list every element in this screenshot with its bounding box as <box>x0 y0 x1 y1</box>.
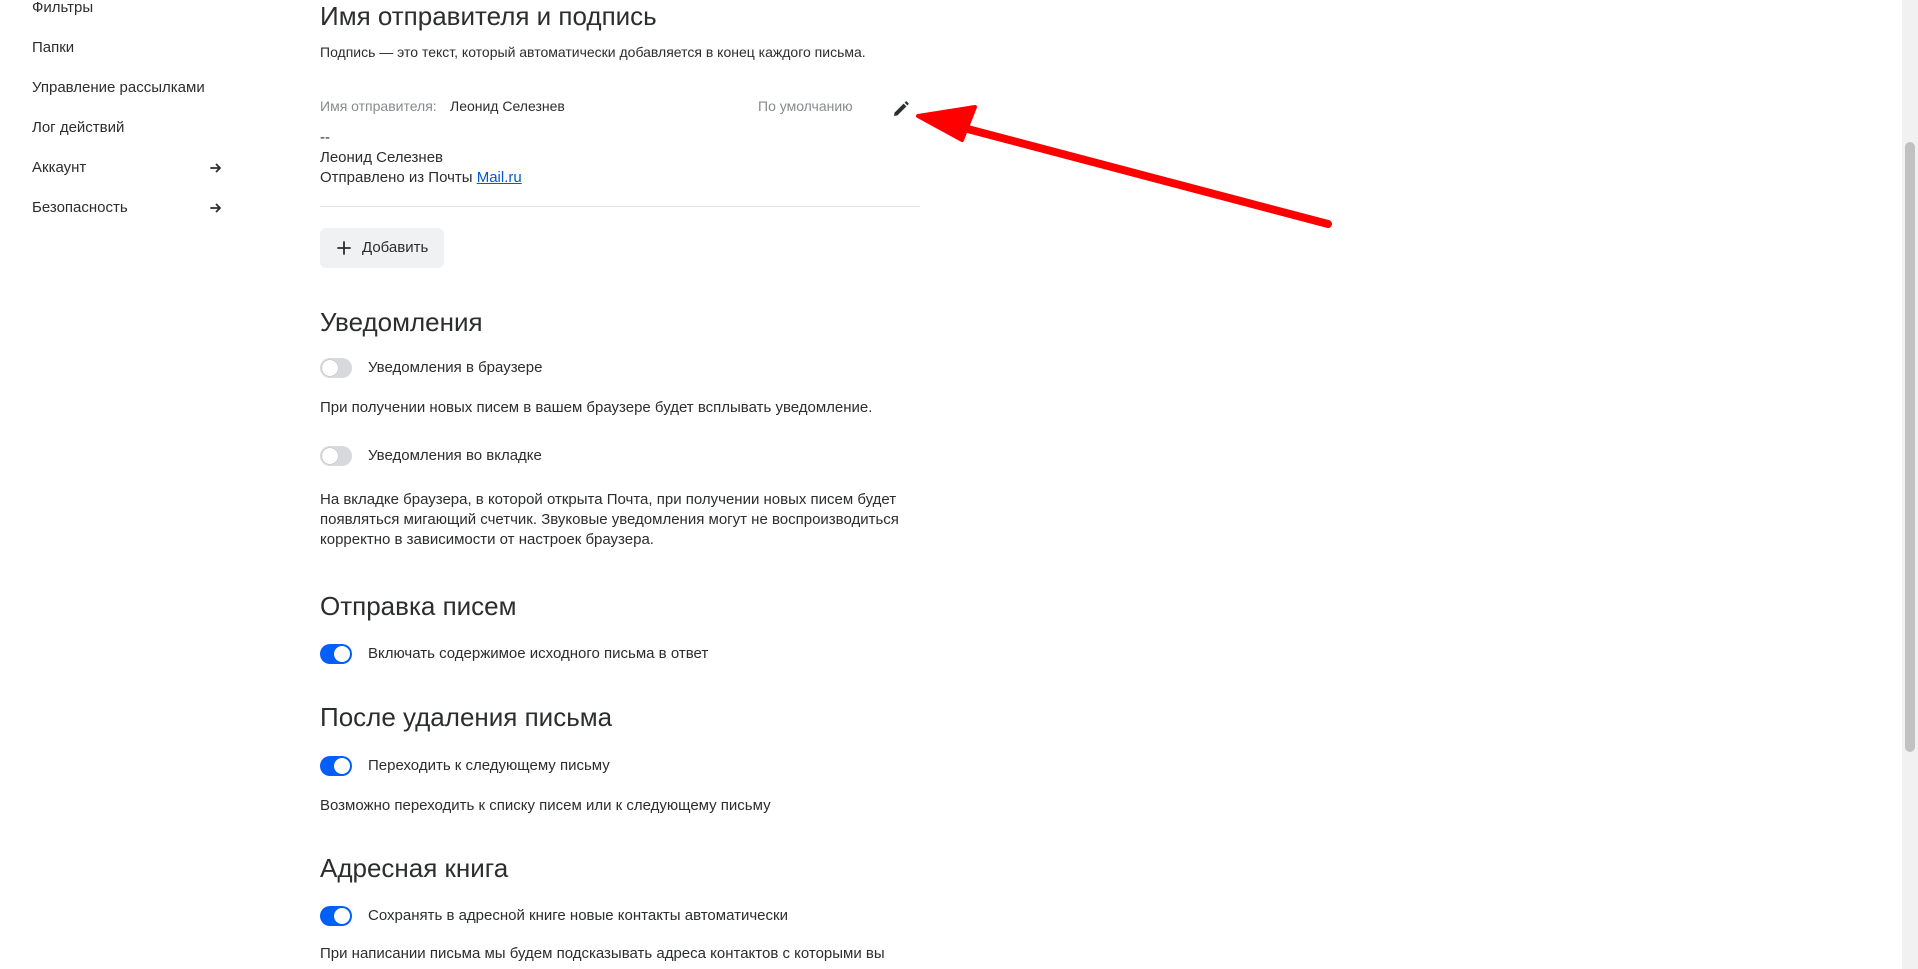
signature-name: Леонид Селезнев <box>320 149 444 166</box>
sidebar-item-folders[interactable]: Папки <box>32 34 232 62</box>
tab-notifications-description-line-3: корректно в зависимости от настроек брау… <box>320 531 654 548</box>
plus-icon <box>336 240 352 261</box>
sidebar-item-account[interactable]: Аккаунт <box>32 154 232 182</box>
sidebar-item-activity-log[interactable]: Лог действий <box>32 114 232 142</box>
sidebar-item-label: Управление рассылками <box>32 79 205 96</box>
sidebar-item-label: Аккаунт <box>32 159 87 176</box>
browser-notifications-label: Уведомления в браузере <box>368 359 543 376</box>
toggle-knob <box>334 758 350 774</box>
sidebar-item-mailing-lists[interactable]: Управление рассылками <box>32 74 232 102</box>
address-book-description: При написании письма мы будем подсказыва… <box>320 945 885 962</box>
sidebar-item-filters[interactable]: Фильтры <box>32 0 232 22</box>
settings-content: Имя отправителя и подпись Подпись — это … <box>320 0 940 969</box>
mailru-link[interactable]: Mail.ru <box>477 169 522 186</box>
add-signature-label: Добавить <box>362 239 429 256</box>
autosave-contacts-label: Сохранять в адресной книге новые контакт… <box>368 907 788 924</box>
after-delete-description: Возможно переходить к списку писем или к… <box>320 797 771 814</box>
sender-name-label: Имя отправителя: <box>320 98 437 114</box>
browser-notifications-toggle[interactable] <box>320 358 352 378</box>
sidebar-item-label: Фильтры <box>32 0 94 16</box>
add-signature-button[interactable]: Добавить <box>320 228 444 268</box>
sidebar-item-label: Безопасность <box>32 199 128 216</box>
arrow-right-icon <box>208 154 226 182</box>
tab-notifications-toggle[interactable] <box>320 446 352 466</box>
signature-sent-from: Отправлено из Почты Mail.ru <box>320 168 522 188</box>
tab-notifications-description-line-2: появляться мигающий счетчик. Звуковые ув… <box>320 511 899 528</box>
tab-notifications-description-line-1: На вкладке браузера, в которой открыта П… <box>320 491 897 508</box>
sidebar-item-label: Лог действий <box>32 119 125 136</box>
scrollbar-thumb[interactable] <box>1905 142 1915 752</box>
pencil-icon[interactable] <box>891 99 911 119</box>
arrow-right-icon <box>208 194 226 222</box>
sending-section-title: Отправка писем <box>320 591 517 621</box>
signature-section-title: Имя отправителя и подпись <box>320 1 657 31</box>
sender-name-value: Леонид Селезнев <box>450 98 565 114</box>
autosave-contacts-toggle[interactable] <box>320 906 352 926</box>
browser-notifications-description: При получении новых писем в вашем браузе… <box>320 399 873 416</box>
tab-notifications-label: Уведомления во вкладке <box>368 447 542 464</box>
toggle-knob <box>334 908 350 924</box>
sidebar-item-label: Папки <box>32 39 75 56</box>
section-divider <box>320 206 920 207</box>
signature-dashes: -- <box>320 129 330 146</box>
toggle-knob <box>334 646 350 662</box>
after-delete-section-title: После удаления письма <box>320 702 613 732</box>
signature-description: Подпись — это текст, который автоматичес… <box>320 44 866 60</box>
notifications-section-title: Уведомления <box>320 307 483 337</box>
toggle-knob <box>322 360 338 376</box>
signature-sent-prefix: Отправлено из Почты <box>320 169 473 186</box>
include-original-label: Включать содержимое исходного письма в о… <box>368 645 709 662</box>
default-badge: По умолчанию <box>758 98 853 114</box>
annotation-arrow-icon <box>916 105 1332 228</box>
address-book-section-title: Адресная книга <box>320 853 509 883</box>
include-original-toggle[interactable] <box>320 644 352 664</box>
go-to-next-label: Переходить к следующему письму <box>368 757 610 774</box>
sidebar-item-security[interactable]: Безопасность <box>32 194 232 222</box>
toggle-knob <box>322 448 338 464</box>
go-to-next-toggle[interactable] <box>320 756 352 776</box>
